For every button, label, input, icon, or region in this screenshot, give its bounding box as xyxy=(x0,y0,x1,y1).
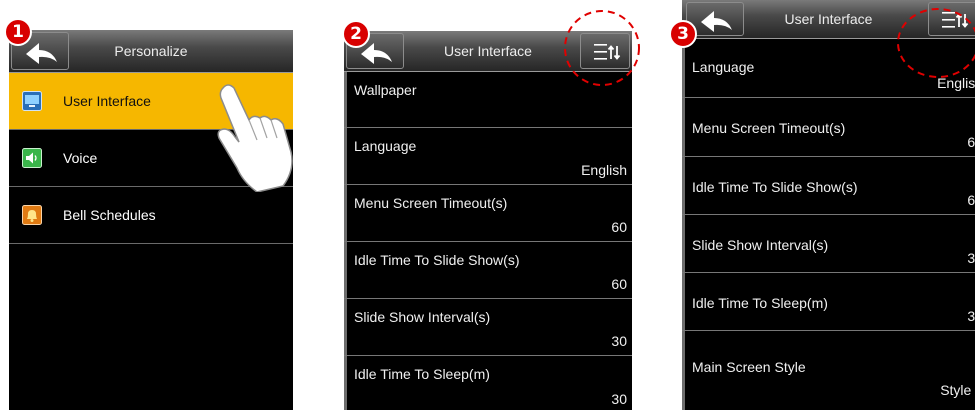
setting-row-language[interactable]: Language English xyxy=(344,128,632,185)
setting-row-menu-screen-timeout[interactable]: Menu Screen Timeout(s) 60 xyxy=(682,98,975,157)
setting-name: Idle Time To Sleep(m) xyxy=(354,366,490,382)
setting-name: Idle Time To Sleep(m) xyxy=(692,295,828,311)
highlight-ring-menu-button xyxy=(897,8,975,78)
setting-name: Slide Show Interval(s) xyxy=(354,309,491,325)
setting-value: 60 xyxy=(967,134,975,150)
setting-row-main-screen-style[interactable]: Main Screen Style Style 2 xyxy=(682,331,975,410)
setting-row-idle-time-to-slide-show[interactable]: Idle Time To Slide Show(s) 60 xyxy=(682,157,975,215)
menu-item-label: User Interface xyxy=(63,93,151,109)
setting-name: Slide Show Interval(s) xyxy=(692,237,829,253)
monitor-icon xyxy=(22,91,42,111)
setting-value: 60 xyxy=(611,219,627,235)
setting-name: Main Screen Style xyxy=(692,359,806,375)
setting-value: English xyxy=(581,162,627,178)
step-badge-1: 1 xyxy=(4,18,32,46)
step-badge-2: 2 xyxy=(342,20,370,48)
setting-row-idle-time-to-slide-show[interactable]: Idle Time To Slide Show(s) 60 xyxy=(344,242,632,299)
setting-value: Style 2 xyxy=(940,382,975,398)
setting-value: 30 xyxy=(611,333,627,349)
setting-name: Language xyxy=(692,59,755,75)
setting-value: 30 xyxy=(967,308,975,324)
highlight-ring-menu-button xyxy=(564,10,640,86)
step-badge-3: 3 xyxy=(669,20,697,48)
setting-name: Wallpaper xyxy=(354,82,417,98)
setting-value: 30 xyxy=(611,391,627,407)
setting-row-slide-show-interval[interactable]: Slide Show Interval(s) 30 xyxy=(682,215,975,273)
bell-icon xyxy=(22,205,42,225)
setting-value: 60 xyxy=(611,276,627,292)
menu-item-label: Voice xyxy=(63,150,98,166)
title-bar: Personalize xyxy=(9,30,293,73)
speaker-icon xyxy=(22,148,42,168)
menu-item-bell-schedules[interactable]: Bell Schedules xyxy=(9,187,293,244)
setting-name: Idle Time To Slide Show(s) xyxy=(692,179,858,195)
setting-row-idle-time-to-sleep[interactable]: Idle Time To Sleep(m) 30 xyxy=(344,356,632,410)
setting-row-idle-time-to-sleep[interactable]: Idle Time To Sleep(m) 30 xyxy=(682,273,975,331)
setting-name: Language xyxy=(354,138,417,154)
pointing-hand-icon xyxy=(217,84,293,192)
setting-row-slide-show-interval[interactable]: Slide Show Interval(s) 30 xyxy=(344,299,632,356)
personalize-screen: Personalize User Interface Voice Bell Sc… xyxy=(9,30,293,410)
setting-name: Menu Screen Timeout(s) xyxy=(692,120,846,136)
menu-item-label: Bell Schedules xyxy=(63,207,156,223)
setting-value: 60 xyxy=(967,192,975,208)
setting-value: 30 xyxy=(967,250,975,266)
setting-name: Idle Time To Slide Show(s) xyxy=(354,252,520,268)
setting-row-menu-screen-timeout[interactable]: Menu Screen Timeout(s) 60 xyxy=(344,185,632,242)
setting-name: Menu Screen Timeout(s) xyxy=(354,195,508,211)
